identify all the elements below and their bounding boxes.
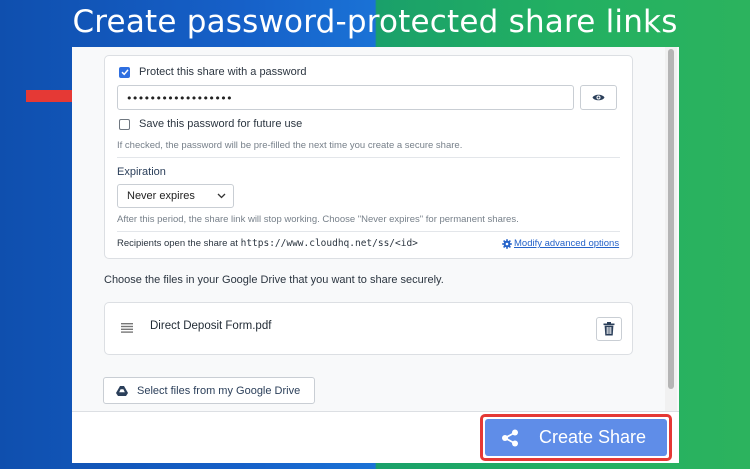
dialog-scroll-area: Protect this share with a password •••••… xyxy=(72,47,679,411)
protect-label: Protect this share with a password xyxy=(139,66,307,78)
scrollbar-thumb[interactable] xyxy=(668,49,674,389)
save-password-row[interactable]: Save this password for future use xyxy=(119,118,302,130)
expiration-helper: After this period, the share link will s… xyxy=(117,214,519,225)
select-google-drive-button[interactable]: Select files from my Google Drive xyxy=(103,377,315,404)
select-google-drive-label: Select files from my Google Drive xyxy=(137,384,301,397)
save-password-label: Save this password for future use xyxy=(139,118,303,130)
recipients-prefix: Recipients open the share at xyxy=(117,238,238,249)
recipients-text: Recipients open the share at https://www… xyxy=(117,238,418,249)
gear-icon xyxy=(502,238,512,249)
expiration-label: Expiration xyxy=(117,166,166,178)
password-input[interactable]: •••••••••••••••••• xyxy=(117,85,574,110)
file-name: Direct Deposit Form.pdf xyxy=(150,320,272,332)
expiration-value: Never expires xyxy=(127,190,195,202)
trash-icon xyxy=(603,322,615,336)
recipients-url: https://www.cloudhq.net/ss/<id> xyxy=(240,238,418,249)
google-drive-icon xyxy=(116,385,128,396)
share-icon xyxy=(502,429,518,446)
save-password-helper: If checked, the password will be pre-fil… xyxy=(117,140,463,151)
save-password-checkbox[interactable] xyxy=(119,118,130,130)
modify-advanced-options-link[interactable]: Modify advanced options xyxy=(502,238,619,249)
expiration-select[interactable]: Never expires xyxy=(117,184,234,208)
divider xyxy=(117,157,620,158)
password-card: Protect this share with a password •••••… xyxy=(104,55,633,259)
chevron-down-icon xyxy=(217,193,226,199)
headline: Create password-protected share links xyxy=(72,4,678,40)
eye-icon xyxy=(592,94,605,101)
create-share-button[interactable]: Create Share xyxy=(485,419,667,456)
advanced-link-label: Modify advanced options xyxy=(514,238,620,249)
protect-row[interactable]: Protect this share with a password xyxy=(119,66,307,78)
create-share-label: Create Share xyxy=(539,427,647,447)
remove-file-button[interactable] xyxy=(596,317,622,341)
file-item: Direct Deposit Form.pdf xyxy=(104,302,633,355)
divider xyxy=(117,231,620,232)
checkmark-icon xyxy=(120,69,129,76)
drag-handle-icon[interactable] xyxy=(121,323,133,333)
footer-divider xyxy=(72,411,679,412)
show-password-button[interactable] xyxy=(580,85,617,110)
protect-checkbox[interactable] xyxy=(119,66,130,78)
share-dialog: Protect this share with a password •••••… xyxy=(72,47,679,463)
files-instruction: Choose the files in your Google Drive th… xyxy=(104,274,444,286)
